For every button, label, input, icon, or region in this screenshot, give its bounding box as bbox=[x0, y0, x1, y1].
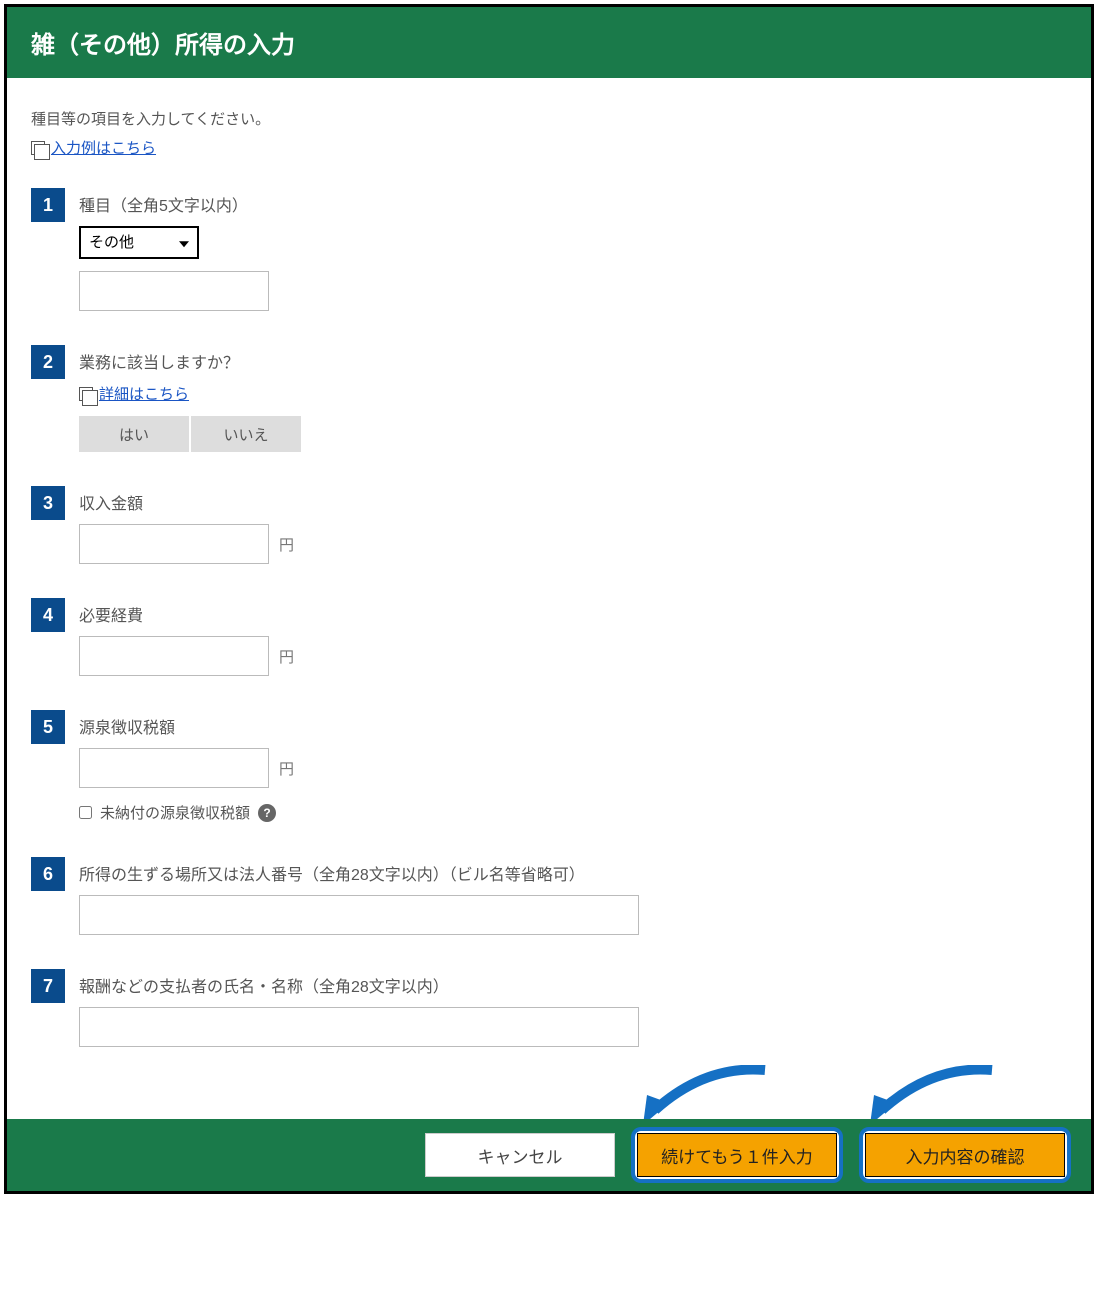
continue-button-highlight: 続けてもう１件入力 bbox=[631, 1127, 843, 1183]
withholding-input[interactable] bbox=[79, 748, 269, 788]
step-number: 3 bbox=[31, 486, 65, 520]
step-2: 2 業務に該当しますか？ 詳細はこちら はい いいえ bbox=[31, 345, 1067, 452]
step-number: 7 bbox=[31, 969, 65, 1003]
yes-button[interactable]: はい bbox=[79, 416, 189, 452]
expense-input[interactable] bbox=[79, 636, 269, 676]
step-number: 4 bbox=[31, 598, 65, 632]
step-number: 5 bbox=[31, 710, 65, 744]
document-icon bbox=[79, 387, 93, 401]
detail-link[interactable]: 詳細はこちら bbox=[99, 383, 189, 404]
step-5: 5 源泉徴収税額 円 未納付の源泉徴収税額 ? bbox=[31, 710, 1067, 823]
step1-label: 種目（全角5文字以内） bbox=[79, 192, 1067, 216]
category-select[interactable]: その他 bbox=[79, 226, 199, 259]
yen-unit: 円 bbox=[279, 758, 294, 779]
step5-label: 源泉徴収税額 bbox=[79, 714, 1067, 738]
step4-label: 必要経費 bbox=[79, 602, 1067, 626]
payer-name-input[interactable] bbox=[79, 1007, 639, 1047]
step7-label: 報酬などの支払者の氏名・名称（全角28文字以内） bbox=[79, 973, 1067, 997]
step-1: 1 種目（全角5文字以内） その他 bbox=[31, 188, 1067, 311]
footer-bar: キャンセル 続けてもう１件入力 入力内容の確認 bbox=[7, 1119, 1091, 1191]
continue-button[interactable]: 続けてもう１件入力 bbox=[637, 1133, 837, 1177]
document-icon bbox=[31, 141, 45, 155]
arrow-icon bbox=[862, 1065, 1002, 1125]
no-button[interactable]: いいえ bbox=[191, 416, 301, 452]
help-icon[interactable]: ? bbox=[258, 804, 276, 822]
example-link[interactable]: 入力例はこちら bbox=[51, 137, 156, 158]
step-6: 6 所得の生ずる場所又は法人番号（全角28文字以内）（ビル名等省略可） bbox=[31, 857, 1067, 935]
step6-label: 所得の生ずる場所又は法人番号（全角28文字以内）（ビル名等省略可） bbox=[79, 861, 1067, 885]
intro-text: 種目等の項目を入力してください。 bbox=[31, 108, 1067, 129]
yen-unit: 円 bbox=[279, 534, 294, 555]
step-number: 1 bbox=[31, 188, 65, 222]
unpaid-withholding-checkbox[interactable] bbox=[79, 806, 92, 819]
confirm-button[interactable]: 入力内容の確認 bbox=[865, 1133, 1065, 1177]
step-4: 4 必要経費 円 bbox=[31, 598, 1067, 676]
dialog-content: 種目等の項目を入力してください。 入力例はこちら 1 種目（全角5文字以内） そ… bbox=[7, 78, 1091, 1047]
dialog-window: 雑（その他）所得の入力 種目等の項目を入力してください。 入力例はこちら 1 種… bbox=[4, 4, 1094, 1194]
location-input[interactable] bbox=[79, 895, 639, 935]
step-number: 6 bbox=[31, 857, 65, 891]
step-3: 3 収入金額 円 bbox=[31, 486, 1067, 564]
category-select-wrap: その他 bbox=[79, 226, 199, 259]
confirm-button-highlight: 入力内容の確認 bbox=[859, 1127, 1071, 1183]
arrow-icon bbox=[635, 1065, 775, 1125]
income-amount-input[interactable] bbox=[79, 524, 269, 564]
step-7: 7 報酬などの支払者の氏名・名称（全角28文字以内） bbox=[31, 969, 1067, 1047]
cancel-button[interactable]: キャンセル bbox=[425, 1133, 615, 1177]
example-link-row: 入力例はこちら bbox=[31, 137, 1067, 158]
yes-no-toggle: はい いいえ bbox=[79, 416, 1067, 452]
step-number: 2 bbox=[31, 345, 65, 379]
unpaid-withholding-label: 未納付の源泉徴収税額 bbox=[100, 802, 250, 823]
step2-label: 業務に該当しますか？ bbox=[79, 349, 1067, 373]
dialog-title: 雑（その他）所得の入力 bbox=[7, 7, 1091, 78]
category-text-input[interactable] bbox=[79, 271, 269, 311]
step3-label: 収入金額 bbox=[79, 490, 1067, 514]
yen-unit: 円 bbox=[279, 646, 294, 667]
